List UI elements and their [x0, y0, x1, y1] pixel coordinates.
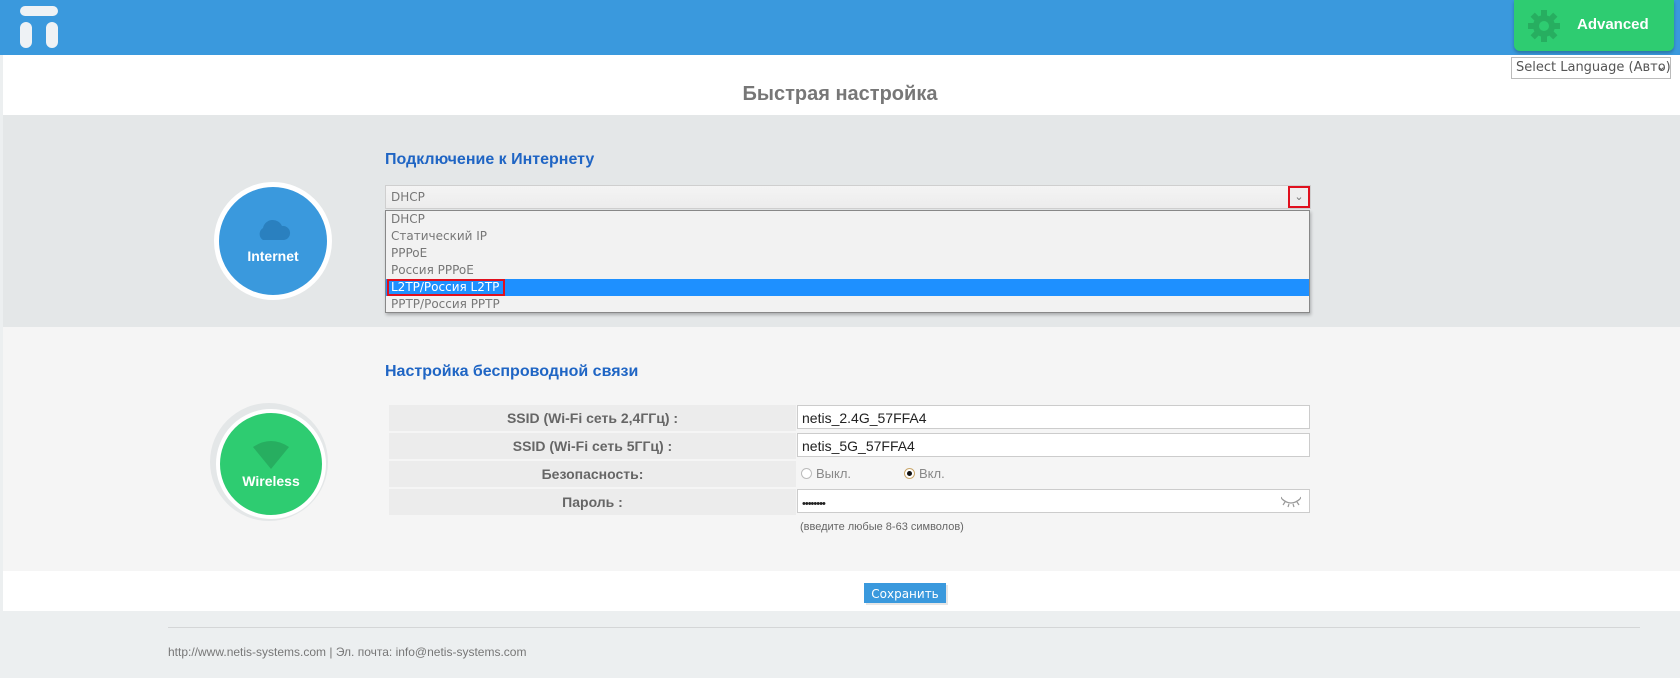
internet-badge: Internet [214, 182, 332, 300]
chevron-down-icon[interactable]: ⌄ [1288, 186, 1310, 208]
gear-icon [1528, 10, 1560, 42]
password-value: •••••••• [802, 498, 826, 510]
advanced-label: Advanced [1577, 16, 1649, 33]
password-input[interactable]: •••••••• [797, 489, 1310, 513]
dropdown-option[interactable]: DHCP [386, 211, 1309, 228]
top-header [0, 0, 1680, 55]
wifi-icon [253, 441, 289, 469]
password-row: Пароль : •••••••• [389, 489, 1310, 515]
connection-type-value: DHCP [391, 190, 425, 204]
security-label: Безопасность: [389, 461, 796, 487]
eye-closed-icon[interactable] [1281, 496, 1301, 508]
password-hint: (введите любые 8-63 символов) [800, 521, 964, 533]
language-select-value: Select Language (Авто) [1516, 60, 1671, 75]
security-row: Безопасность: Выкл. Вкл. [389, 461, 1310, 487]
advanced-button[interactable]: Advanced [1514, 0, 1674, 51]
ssid-5-input[interactable]: netis_5G_57FFA4 [797, 433, 1310, 457]
cloud-icon [259, 219, 291, 240]
dropdown-option[interactable]: PPTP/Россия PPTP [386, 296, 1309, 313]
dropdown-option[interactable]: Статический IP [386, 228, 1309, 245]
highlighted-option-label: L2TP/Россия L2TP [387, 279, 506, 296]
wireless-badge: Wireless [216, 409, 326, 519]
netis-logo-icon[interactable] [20, 6, 58, 48]
security-on-radio[interactable] [904, 468, 915, 479]
dropdown-option-highlighted[interactable]: L2TP/Россия L2TP [386, 279, 1309, 296]
connection-type-dropdown: DHCP Статический IP PPPoE Россия PPPoE L… [385, 210, 1310, 313]
dropdown-option[interactable]: PPPoE [386, 245, 1309, 262]
security-off-label: Выкл. [816, 466, 852, 481]
ssid-24-label: SSID (Wi-Fi сеть 2,4ГГц) : [389, 405, 796, 431]
save-band [3, 571, 1680, 611]
ssid-24-input[interactable]: netis_2.4G_57FFA4 [797, 405, 1310, 429]
dropdown-option[interactable]: Россия PPPoE [386, 262, 1309, 279]
ssid-5-label: SSID (Wi-Fi сеть 5ГГц) : [389, 433, 796, 459]
security-on-label: Вкл. [919, 466, 945, 481]
password-label: Пароль : [389, 489, 796, 515]
save-button[interactable]: Сохранить [864, 583, 946, 603]
internet-label: Internet [247, 248, 299, 264]
connection-type-select[interactable]: DHCP [385, 185, 1311, 209]
ssid-5-row: SSID (Wi-Fi сеть 5ГГц) : netis_5G_57FFA4 [389, 433, 1310, 459]
language-select[interactable]: Select Language (Авто) ⌄ [1511, 57, 1671, 79]
security-off-radio[interactable] [801, 468, 812, 479]
ssid-24-row: SSID (Wi-Fi сеть 2,4ГГц) : netis_2.4G_57… [389, 405, 1310, 431]
footer-divider [168, 627, 1640, 628]
internet-section-title: Подключение к Интернету [385, 151, 595, 168]
wireless-label: Wireless [242, 473, 300, 489]
wireless-section-title: Настройка беспроводной связи [385, 363, 639, 380]
footer-contact: http://www.netis-systems.com | Эл. почта… [168, 645, 527, 659]
page-title: Быстрая настройка [742, 83, 938, 105]
chevron-down-icon: ⌄ [1656, 60, 1666, 73]
